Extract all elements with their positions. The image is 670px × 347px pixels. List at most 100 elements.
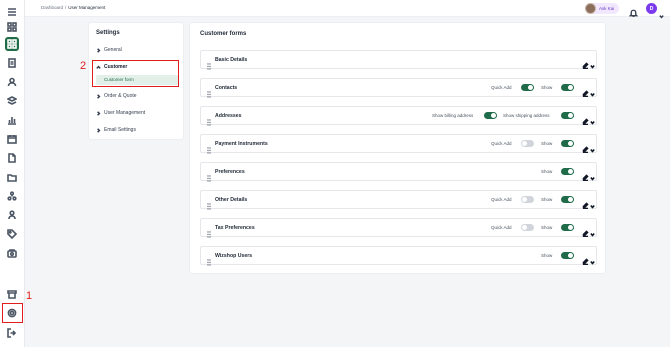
chevron-down-icon[interactable] xyxy=(590,112,595,125)
drag-handle-icon[interactable] xyxy=(207,85,211,98)
file-icon[interactable] xyxy=(5,151,19,165)
dashboard-icon[interactable] xyxy=(5,20,19,34)
show-label: Show xyxy=(541,141,553,146)
settings-item-order-quote[interactable]: Order & Quote xyxy=(96,93,137,99)
quick-add-toggle[interactable] xyxy=(521,84,534,91)
form-row-tax-preferences: Tax Preferences Quick Add Show xyxy=(200,218,597,238)
show-label: Show xyxy=(541,225,553,230)
show-billing-address-label: Show billing address xyxy=(432,113,474,118)
menu-icon[interactable] xyxy=(5,5,19,19)
layers-icon[interactable] xyxy=(5,94,19,108)
show-toggle[interactable] xyxy=(561,224,574,231)
show-shipping-address-toggle[interactable] xyxy=(561,112,574,119)
user-chip[interactable]: Ask Kai xyxy=(585,3,620,14)
edit-icon[interactable] xyxy=(582,140,589,154)
settings-item-label: Email Settings xyxy=(104,127,136,133)
grid-icon[interactable] xyxy=(5,37,19,51)
drag-handle-icon[interactable] xyxy=(207,197,211,210)
chevron-down-icon[interactable] xyxy=(590,140,595,153)
form-row-label: Payment Instruments xyxy=(215,141,268,147)
form-row-label: Basic Details xyxy=(215,57,248,63)
quick-add-label: Quick Add xyxy=(491,141,512,146)
chevron-right-icon xyxy=(96,47,101,53)
show-label: Show xyxy=(541,197,553,202)
chevron-right-icon xyxy=(96,127,101,133)
store-icon[interactable] xyxy=(5,287,19,301)
edit-icon[interactable] xyxy=(582,196,589,210)
account-avatar[interactable]: D xyxy=(646,3,657,14)
form-row-label: Addresses xyxy=(215,113,242,119)
annotation-box-2 xyxy=(92,60,179,87)
chevron-right-icon xyxy=(96,110,101,116)
show-label: Show xyxy=(541,169,553,174)
settings-item-email-settings[interactable]: Email Settings xyxy=(96,127,136,133)
edit-icon[interactable] xyxy=(582,168,589,182)
chart-icon[interactable] xyxy=(5,113,19,127)
show-toggle[interactable] xyxy=(561,168,574,175)
breadcrumb-dashboard[interactable]: Dashboard xyxy=(41,5,63,10)
form-row-preferences: Preferences Show xyxy=(200,162,597,182)
form-row-label: Tax Preferences xyxy=(215,225,255,231)
quick-add-label: Quick Add xyxy=(491,225,512,230)
drag-handle-icon[interactable] xyxy=(207,225,211,238)
sidebar-rail xyxy=(0,0,25,347)
edit-icon[interactable] xyxy=(582,224,589,238)
top-bar: Dashboard / User Management Ask Kai D xyxy=(25,0,670,19)
show-toggle[interactable] xyxy=(561,196,574,203)
show-toggle[interactable] xyxy=(561,140,574,147)
drag-handle-icon[interactable] xyxy=(207,57,211,70)
show-toggle[interactable] xyxy=(561,84,574,91)
breadcrumb: Dashboard / User Management xyxy=(41,5,105,10)
settings-item-label: User Management xyxy=(104,110,146,116)
chevron-down-icon[interactable] xyxy=(659,6,664,19)
quick-add-label: Quick Add xyxy=(491,85,512,90)
show-toggle[interactable] xyxy=(561,252,574,259)
annotation-number-2: 2 xyxy=(80,60,87,72)
form-row-label: Other Details xyxy=(215,197,248,203)
tag-icon[interactable] xyxy=(5,227,19,241)
edit-icon[interactable] xyxy=(582,56,589,70)
package-icon[interactable] xyxy=(5,246,19,260)
document-icon[interactable] xyxy=(5,56,19,70)
chevron-down-icon[interactable] xyxy=(590,252,595,265)
chevron-right-icon xyxy=(96,93,101,99)
user-name: Ask Kai xyxy=(599,6,615,11)
quick-add-toggle[interactable] xyxy=(521,196,534,203)
chevron-down-icon[interactable] xyxy=(590,168,595,181)
chevron-down-icon[interactable] xyxy=(590,56,595,69)
settings-item-general[interactable]: General xyxy=(96,47,122,53)
user-icon[interactable] xyxy=(5,75,19,89)
calendar-icon[interactable] xyxy=(5,132,19,146)
show-shipping-address-label: Show shipping address xyxy=(503,113,550,118)
show-label: Show xyxy=(541,253,553,258)
settings-item-label: General xyxy=(104,47,122,53)
customer-forms-panel: Customer forms Basic Details Contacts Qu… xyxy=(189,22,606,274)
edit-icon[interactable] xyxy=(582,84,589,98)
drag-handle-icon[interactable] xyxy=(207,113,211,126)
network-icon[interactable] xyxy=(5,189,19,203)
chevron-down-icon[interactable] xyxy=(590,196,595,209)
page-title: Customer forms xyxy=(200,31,247,37)
settings-item-user-management[interactable]: User Management xyxy=(96,110,145,116)
chevron-down-icon[interactable] xyxy=(590,84,595,97)
form-row-addresses: Addresses Show billing address Show ship… xyxy=(200,106,597,126)
drag-handle-icon[interactable] xyxy=(207,141,211,154)
edit-icon[interactable] xyxy=(582,252,589,266)
annotation-number-1: 1 xyxy=(26,290,33,302)
form-row-label: Contacts xyxy=(215,85,238,91)
bell-icon[interactable] xyxy=(628,4,639,18)
quick-add-toggle[interactable] xyxy=(521,224,534,231)
breadcrumb-current: User Management xyxy=(68,5,106,10)
person-icon[interactable] xyxy=(5,208,19,222)
quick-add-toggle[interactable] xyxy=(521,140,534,147)
drag-handle-icon[interactable] xyxy=(207,169,211,182)
folder-icon[interactable] xyxy=(5,170,19,184)
form-row-payment-instruments: Payment Instruments Quick Add Show xyxy=(200,134,597,154)
drag-handle-icon[interactable] xyxy=(207,253,211,266)
avatar xyxy=(585,3,596,14)
annotation-box-1 xyxy=(2,303,23,323)
edit-icon[interactable] xyxy=(582,112,589,126)
logout-icon[interactable] xyxy=(5,326,19,340)
chevron-down-icon[interactable] xyxy=(590,224,595,237)
show-billing-address-toggle[interactable] xyxy=(484,112,497,119)
